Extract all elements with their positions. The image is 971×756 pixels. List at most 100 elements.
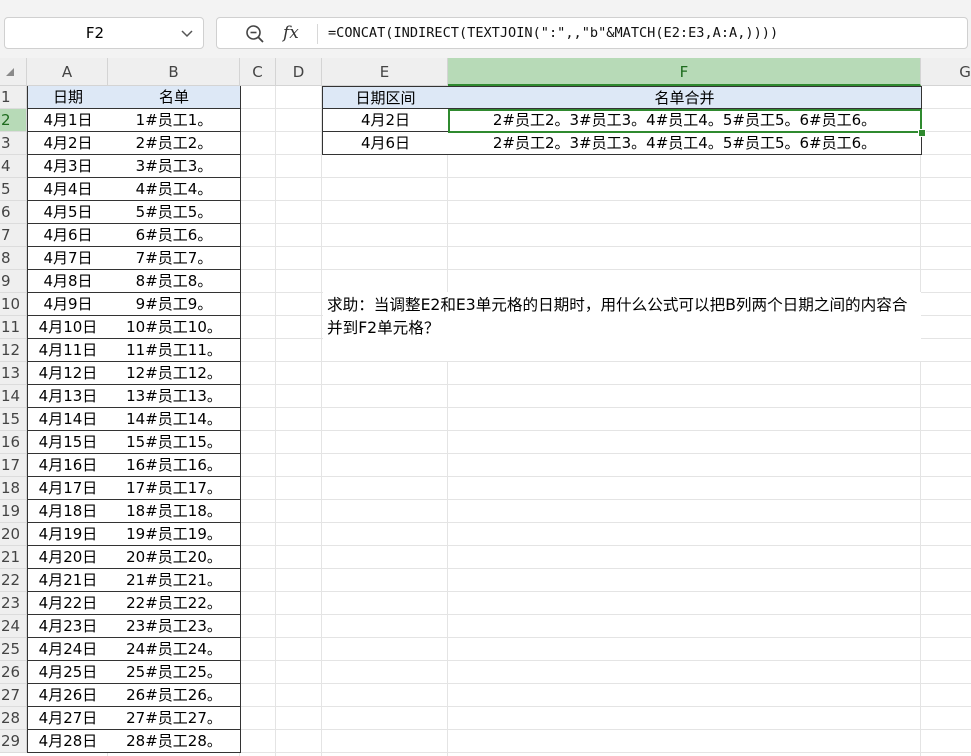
date-cell[interactable]: 4月4日 (27, 178, 109, 201)
date-cell[interactable]: 4月13日 (27, 385, 109, 408)
list-cell[interactable]: 24#员工24。 (108, 638, 241, 661)
date-cell[interactable]: 4月20日 (27, 546, 109, 569)
date-cell[interactable]: 4月15日 (27, 431, 109, 454)
date-cell[interactable]: 4月9日 (27, 293, 109, 316)
column-header-f[interactable]: F (448, 58, 921, 86)
date-cell[interactable]: 4月2日 (27, 132, 109, 155)
list-cell[interactable]: 1#员工1。 (108, 109, 241, 132)
row-header-21[interactable]: 21 (0, 546, 27, 569)
fx-icon[interactable]: fx (283, 20, 299, 46)
row-header-17[interactable]: 17 (0, 454, 27, 477)
list-cell[interactable]: 28#员工28。 (108, 730, 241, 753)
list-cell[interactable]: 7#员工7。 (108, 247, 241, 270)
date-cell[interactable]: 4月7日 (27, 247, 109, 270)
date-cell[interactable]: 4月12日 (27, 362, 109, 385)
list-cell[interactable]: 16#员工16。 (108, 454, 241, 477)
formula-input[interactable]: =CONCAT(INDIRECT(TEXTJOIN(":",,"b"&MATCH… (328, 18, 778, 48)
list-cell[interactable]: 15#员工15。 (108, 431, 241, 454)
list-cell[interactable]: 22#员工22。 (108, 592, 241, 615)
column-header-e[interactable]: E (322, 58, 448, 86)
row-header-18[interactable]: 18 (0, 477, 27, 500)
row-header-3[interactable]: 3 (0, 132, 27, 155)
date-cell[interactable]: 4月25日 (27, 661, 109, 684)
row-header-28[interactable]: 28 (0, 707, 27, 730)
list-cell[interactable]: 4#员工4。 (108, 178, 241, 201)
date-cell[interactable]: 4月19日 (27, 523, 109, 546)
date-cell[interactable]: 4月17日 (27, 477, 109, 500)
row-header-19[interactable]: 19 (0, 500, 27, 523)
row-header-25[interactable]: 25 (0, 638, 27, 661)
column-header-b[interactable]: B (108, 58, 240, 86)
row-header-29[interactable]: 29 (0, 730, 27, 753)
list-cell[interactable]: 23#员工23。 (108, 615, 241, 638)
column-header-a[interactable]: A (27, 58, 108, 86)
date-cell[interactable]: 4月14日 (27, 408, 109, 431)
row-header-11[interactable]: 11 (0, 316, 27, 339)
column-header-g[interactable]: G (921, 58, 971, 86)
list-cell[interactable]: 9#员工9。 (108, 293, 241, 316)
date-cell[interactable]: 4月5日 (27, 201, 109, 224)
list-cell[interactable]: 12#员工12。 (108, 362, 241, 385)
list-cell[interactable]: 19#员工19。 (108, 523, 241, 546)
row-header-22[interactable]: 22 (0, 569, 27, 592)
date-cell[interactable]: 4月3日 (27, 155, 109, 178)
formula-bar[interactable]: fx =CONCAT(INDIRECT(TEXTJOIN(":",,"b"&MA… (216, 17, 968, 49)
row-header-10[interactable]: 10 (0, 293, 27, 316)
date-cell[interactable]: 4月26日 (27, 684, 109, 707)
merged-list-cell[interactable]: 2#员工2。3#员工3。4#员工4。5#员工5。6#员工6。 (448, 132, 922, 155)
date-cell[interactable]: 4月16日 (27, 454, 109, 477)
row-header-2[interactable]: 2 (0, 109, 27, 132)
row-header-14[interactable]: 14 (0, 385, 27, 408)
list-cell[interactable]: 26#员工26。 (108, 684, 241, 707)
range-date-cell[interactable]: 4月2日 (322, 109, 449, 132)
fill-handle[interactable] (918, 129, 926, 137)
date-cell[interactable]: 4月1日 (27, 109, 109, 132)
row-header-4[interactable]: 4 (0, 155, 27, 178)
list-cell[interactable]: 20#员工20。 (108, 546, 241, 569)
row-header-20[interactable]: 20 (0, 523, 27, 546)
row-header-15[interactable]: 15 (0, 408, 27, 431)
list-cell[interactable]: 2#员工2。 (108, 132, 241, 155)
row-header-27[interactable]: 27 (0, 684, 27, 707)
list-cell[interactable]: 6#员工6。 (108, 224, 241, 247)
name-box[interactable]: F2 (4, 17, 204, 49)
list-cell[interactable]: 18#员工18。 (108, 500, 241, 523)
header-cell-date[interactable]: 日期 (27, 86, 109, 109)
row-header-16[interactable]: 16 (0, 431, 27, 454)
chevron-down-icon[interactable] (179, 24, 195, 42)
date-cell[interactable]: 4月23日 (27, 615, 109, 638)
list-cell[interactable]: 10#员工10。 (108, 316, 241, 339)
date-cell[interactable]: 4月11日 (27, 339, 109, 362)
zoom-out-icon[interactable] (245, 24, 265, 44)
date-cell[interactable]: 4月18日 (27, 500, 109, 523)
date-cell[interactable]: 4月24日 (27, 638, 109, 661)
row-header-26[interactable]: 26 (0, 661, 27, 684)
row-header-6[interactable]: 6 (0, 201, 27, 224)
date-cell[interactable]: 4月22日 (27, 592, 109, 615)
date-cell[interactable]: 4月6日 (27, 224, 109, 247)
date-cell[interactable]: 4月27日 (27, 707, 109, 730)
date-cell[interactable]: 4月21日 (27, 569, 109, 592)
select-all-corner[interactable] (0, 58, 27, 86)
header-cell-list[interactable]: 名单 (108, 86, 241, 109)
header-cell-merged-list[interactable]: 名单合并 (448, 86, 922, 109)
list-cell[interactable]: 8#员工8。 (108, 270, 241, 293)
row-header-7[interactable]: 7 (0, 224, 27, 247)
row-header-1[interactable]: 1 (0, 86, 27, 109)
list-cell[interactable]: 14#员工14。 (108, 408, 241, 431)
column-header-d[interactable]: D (276, 58, 322, 86)
list-cell[interactable]: 21#员工21。 (108, 569, 241, 592)
row-header-8[interactable]: 8 (0, 247, 27, 270)
list-cell[interactable]: 25#员工25。 (108, 661, 241, 684)
list-cell[interactable]: 11#员工11。 (108, 339, 241, 362)
row-header-23[interactable]: 23 (0, 592, 27, 615)
header-cell-date-range[interactable]: 日期区间 (322, 86, 449, 109)
row-header-12[interactable]: 12 (0, 339, 27, 362)
range-date-cell[interactable]: 4月6日 (322, 132, 449, 155)
date-cell[interactable]: 4月8日 (27, 270, 109, 293)
row-header-13[interactable]: 13 (0, 362, 27, 385)
name-box-value[interactable]: F2 (5, 18, 185, 48)
row-header-5[interactable]: 5 (0, 178, 27, 201)
list-cell[interactable]: 5#员工5。 (108, 201, 241, 224)
date-cell[interactable]: 4月28日 (27, 730, 109, 753)
